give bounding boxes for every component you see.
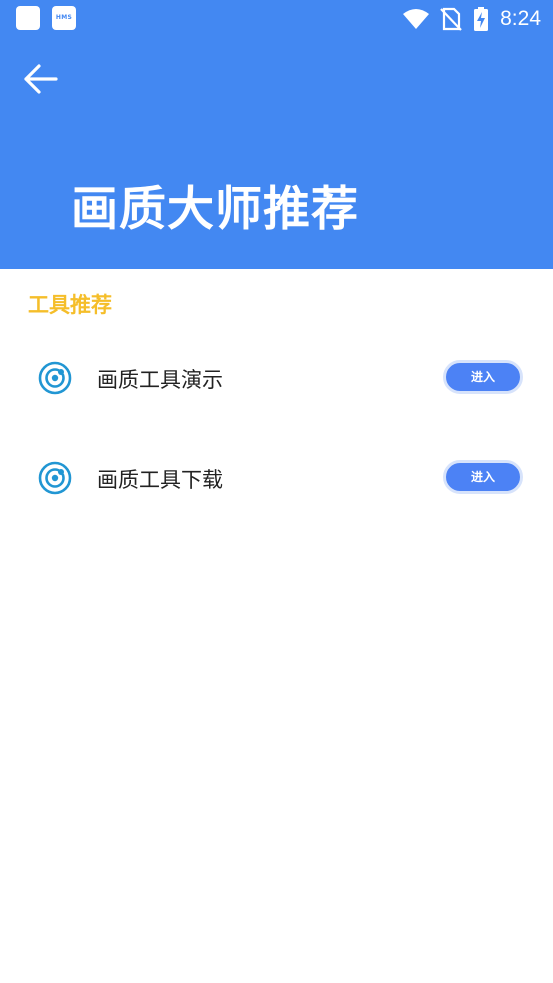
tool-row-demo[interactable]: 画质工具演示 进入 xyxy=(0,348,553,408)
target-icon xyxy=(38,461,72,495)
status-bar: HMS 8:24 xyxy=(0,0,553,38)
hms-icon: HMS xyxy=(52,6,76,30)
system-status-icons: 8:24 xyxy=(402,4,541,34)
battery-charging-icon xyxy=(474,7,489,31)
target-icon xyxy=(38,361,72,395)
wifi-icon xyxy=(403,9,430,29)
header-bar: HMS 8:24 画质大师推荐 xyxy=(0,0,553,269)
tool-label: 画质工具演示 xyxy=(97,368,223,392)
page-title: 画质大师推荐 xyxy=(71,182,359,237)
clock: 8:24 xyxy=(500,7,541,30)
section-title: 工具推荐 xyxy=(28,293,112,317)
tool-label: 画质工具下载 xyxy=(97,468,223,492)
tool-row-download[interactable]: 画质工具下载 进入 xyxy=(0,448,553,508)
arrow-left-icon xyxy=(24,64,58,94)
enter-button[interactable]: 进入 xyxy=(443,460,523,494)
app-icon xyxy=(16,6,40,30)
no-sim-icon xyxy=(440,7,462,31)
enter-button[interactable]: 进入 xyxy=(443,360,523,394)
back-button[interactable] xyxy=(20,60,62,98)
